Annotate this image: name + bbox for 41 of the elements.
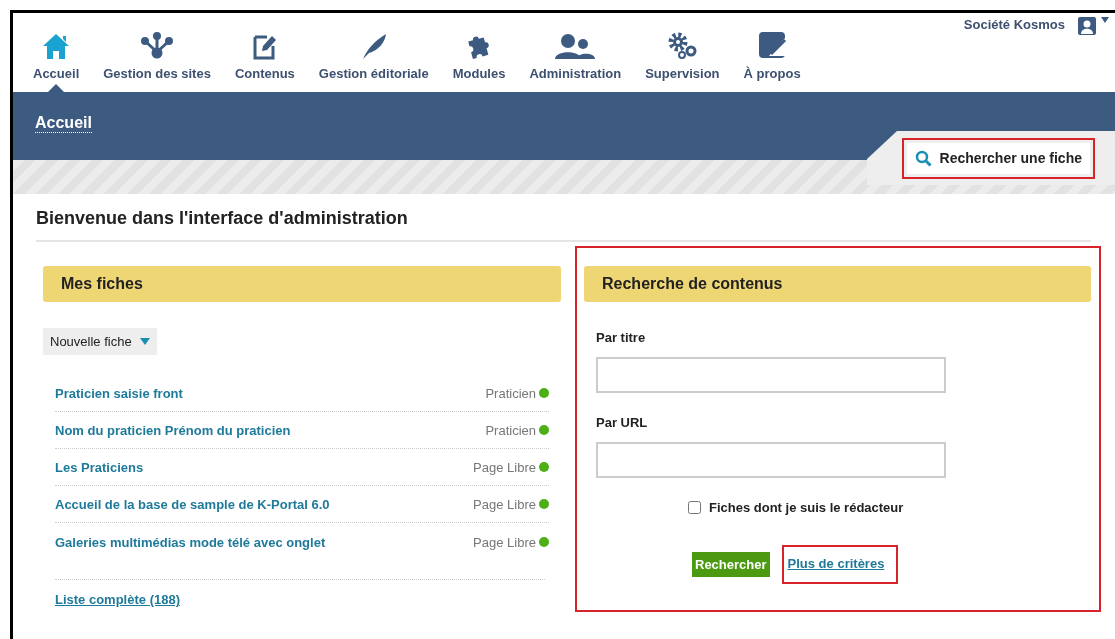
text-field[interactable]: [596, 442, 946, 478]
nav-tab[interactable]: Gestion des sites: [93, 13, 221, 92]
item-type: Praticien: [485, 385, 536, 401]
new-item-dropdown[interactable]: Nouvelle fiche: [43, 328, 157, 355]
full-list-link[interactable]: Liste complète (188): [55, 579, 545, 607]
nav-tab[interactable]: Accueil: [23, 13, 90, 92]
pencil-square-icon: [757, 30, 788, 60]
network-icon: [140, 32, 175, 60]
welcome-title: Bienvenue dans l'interface d'administration: [36, 194, 1091, 242]
nav-tab[interactable]: Administration: [519, 13, 632, 92]
text-field[interactable]: [596, 357, 946, 393]
search-button[interactable]: Rechercher: [692, 552, 770, 577]
user-name: Société Kosmos: [963, 17, 1065, 32]
checkbox[interactable]: [688, 501, 701, 514]
nav-tab[interactable]: Contenus: [224, 13, 305, 92]
nav-tab[interactable]: À propos: [733, 13, 811, 92]
nav-tab[interactable]: Modules: [442, 13, 516, 92]
checkbox-label: Fiches dont je suis le rédacteur: [709, 500, 904, 515]
panel-header: Mes fiches: [43, 266, 561, 302]
item-type: Praticien: [485, 422, 536, 438]
panel-header: Recherche de contenus: [584, 266, 1091, 302]
caret-icon[interactable]: [1101, 17, 1109, 23]
caret-icon: [139, 338, 150, 345]
page-heading: Accueil: [35, 114, 92, 133]
users-icon: [553, 32, 598, 60]
nav-tab[interactable]: Supervision: [635, 13, 730, 92]
search-icon: [914, 149, 932, 167]
field-label: Par titre: [596, 330, 647, 345]
gears-icon: [666, 30, 699, 60]
item-link[interactable]: Accueil de la base de sample de K-Portal 6.0: [55, 496, 471, 512]
item-link[interactable]: Galeries multimédias mode télé avec onglet: [55, 534, 471, 550]
item-type: Page Libre: [473, 496, 536, 512]
search-tab[interactable]: Rechercher une fiche: [906, 142, 1090, 174]
item-type: Page Libre: [473, 534, 536, 550]
item-link[interactable]: Praticien saisie front: [55, 385, 483, 401]
field-label: Par URL: [596, 415, 649, 430]
avatar-icon[interactable]: [1078, 17, 1096, 35]
item-type: Page Libre: [473, 459, 536, 475]
item-link[interactable]: Nom du praticien Prénom du praticien: [55, 422, 483, 438]
item-link[interactable]: Les Praticiens: [55, 459, 471, 475]
nav-tab[interactable]: Gestion éditoriale: [308, 13, 439, 92]
